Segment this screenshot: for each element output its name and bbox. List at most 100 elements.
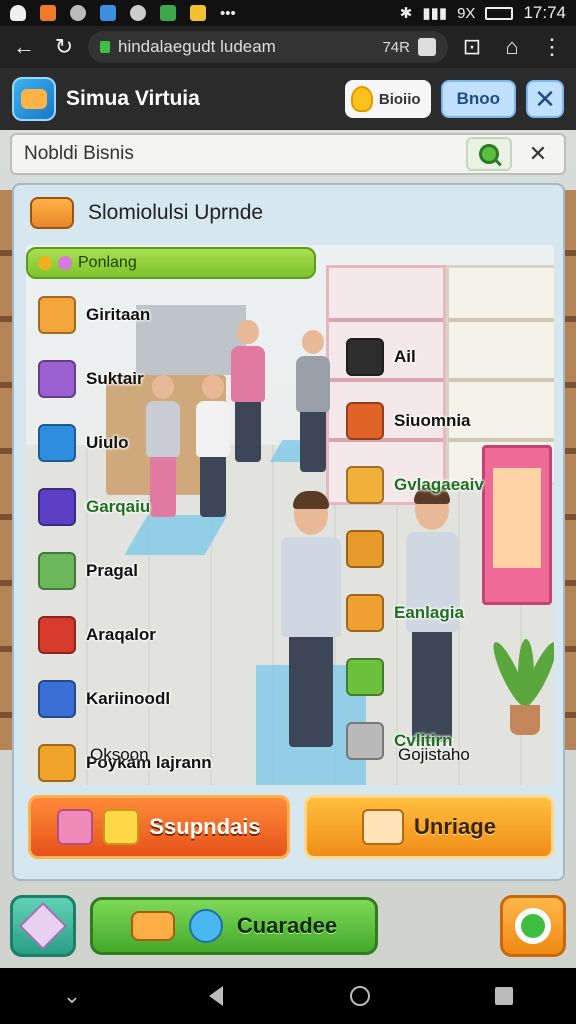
chest-icon bbox=[30, 197, 74, 229]
more-notifications-icon: ••• bbox=[220, 4, 236, 22]
upgrade-item[interactable]: Uiulo bbox=[38, 411, 212, 475]
supplies-button[interactable]: Ssupndais bbox=[28, 795, 290, 859]
coin-button[interactable]: Bioiio bbox=[344, 80, 431, 118]
item-label: Uiulo bbox=[86, 433, 129, 452]
upgrade-item[interactable]: Siuomnia bbox=[346, 389, 484, 453]
category-tag-label: Ponlang bbox=[78, 254, 137, 271]
heart-icon bbox=[10, 5, 26, 21]
status-bar: ••• ✱ ▮▮▮ 9X 17:74 bbox=[0, 0, 576, 26]
search-bar[interactable]: Nobldi Bisnis ✕ bbox=[10, 133, 566, 175]
item-label: Ail bbox=[394, 347, 416, 366]
upgrade-item[interactable]: Giritaan bbox=[38, 283, 212, 347]
reload-icon[interactable]: ↻ bbox=[48, 31, 80, 63]
item-label: Suktair bbox=[86, 369, 144, 388]
cube-icon bbox=[18, 901, 68, 951]
app-title: Simua Virtuia bbox=[66, 87, 200, 110]
category-tag[interactable]: Ponlang bbox=[26, 247, 316, 279]
upgrade-item[interactable] bbox=[346, 645, 484, 709]
search-icon bbox=[479, 144, 499, 164]
item-icon bbox=[346, 466, 384, 504]
back-arrow-icon[interactable]: ← bbox=[8, 31, 40, 63]
url-bar[interactable]: hindalaegudt ludeam 74R bbox=[88, 31, 448, 63]
extension-icon[interactable] bbox=[418, 38, 436, 56]
item-label: Eanlagia bbox=[394, 603, 464, 622]
crate-icon bbox=[130, 911, 175, 941]
shopper-figure bbox=[231, 320, 265, 462]
coin-bag-icon bbox=[350, 86, 373, 112]
potted-plant bbox=[487, 625, 554, 735]
item-icon bbox=[346, 402, 384, 440]
pink-box-icon bbox=[57, 809, 94, 845]
app-logo bbox=[12, 77, 56, 121]
shopper-figure bbox=[281, 491, 341, 747]
item-icon bbox=[346, 594, 384, 632]
search-label: Nobldi Bisnis bbox=[24, 143, 134, 164]
shopper-figure bbox=[296, 330, 330, 472]
panel-title: Slomiolulsi Uprnde bbox=[88, 201, 264, 224]
battery-label: 9X bbox=[457, 4, 476, 22]
upgrade-item[interactable]: Kariinoodl bbox=[38, 667, 212, 731]
item-label: Garqaiu bbox=[86, 497, 151, 516]
app-icon bbox=[190, 5, 206, 21]
home-circle-icon[interactable] bbox=[340, 976, 380, 1016]
target-button[interactable] bbox=[500, 895, 566, 957]
chevron-down-icon[interactable]: ⌄ bbox=[52, 976, 92, 1016]
download-icon bbox=[70, 5, 86, 21]
bottom-action-bar: Cuaradee bbox=[0, 884, 576, 968]
browser-toolbar: ← ↻ hindalaegudt ludeam 74R ⊡ ⌂ ⋮ bbox=[0, 26, 576, 68]
manage-button-label: Unriage bbox=[414, 814, 496, 839]
gem-icon bbox=[58, 256, 72, 270]
upgrade-item[interactable]: Garqaiu bbox=[38, 475, 212, 539]
home-icon[interactable]: ⌂ bbox=[496, 31, 528, 63]
search-close-button[interactable]: ✕ bbox=[518, 137, 558, 171]
upgrade-item[interactable]: Pragal bbox=[38, 539, 212, 603]
item-label: Pragal bbox=[86, 561, 138, 580]
upgrade-item[interactable]: Araqalor bbox=[38, 603, 212, 667]
map-icon bbox=[160, 5, 176, 21]
item-icon bbox=[38, 552, 76, 590]
app-header: Simua Virtuia Bioiio Bnoo ✕ bbox=[0, 68, 576, 130]
signal-icon: ▮▮▮ bbox=[422, 5, 448, 22]
item-label: Araqalor bbox=[86, 625, 156, 644]
supplies-button-label: Ssupndais bbox=[149, 814, 261, 839]
header-blue-button[interactable]: Bnoo bbox=[440, 80, 516, 118]
item-label: Siuomnia bbox=[394, 411, 471, 430]
system-nav-bar: ⌄ bbox=[0, 968, 576, 1024]
recents-icon[interactable] bbox=[484, 976, 524, 1016]
item-label: Gvlagaeaiv bbox=[394, 475, 484, 494]
upgrade-item[interactable]: Suktair bbox=[38, 347, 212, 411]
manage-button[interactable]: Unriage bbox=[304, 795, 554, 859]
inventory-button[interactable] bbox=[10, 895, 76, 957]
coin-label: Bioiio bbox=[378, 90, 421, 108]
search-button[interactable] bbox=[466, 137, 512, 171]
crate-icon bbox=[362, 809, 405, 845]
item-label: Kariinoodl bbox=[86, 689, 171, 708]
left-item-sublabel: Oksoon bbox=[90, 745, 149, 764]
item-label: Giritaan bbox=[86, 305, 151, 324]
upgrade-item[interactable] bbox=[346, 517, 484, 581]
upgrade-button-label: Cuaradee bbox=[236, 913, 338, 938]
upgrade-item[interactable]: Ail bbox=[346, 325, 484, 389]
item-icon bbox=[38, 424, 76, 462]
item-icon bbox=[346, 530, 384, 568]
tabs-icon[interactable]: ⊡ bbox=[456, 31, 488, 63]
item-icon bbox=[346, 338, 384, 376]
right-item-list: Ail Siuomnia Gvlagaeaiv Eanlagia Cvlitirn bbox=[346, 325, 484, 773]
tab-count: 74R bbox=[382, 38, 410, 56]
upgrade-item[interactable]: Eanlagia bbox=[346, 581, 484, 645]
fox-icon bbox=[40, 5, 56, 21]
item-icon bbox=[346, 658, 384, 696]
target-icon bbox=[515, 908, 551, 944]
item-icon bbox=[38, 744, 76, 782]
tool-icon bbox=[100, 5, 116, 21]
upgrade-item[interactable]: Gvlagaeaiv bbox=[346, 453, 484, 517]
upgrade-panel: Slomiolulsi Uprnde Ponlang Giritaan Sukt… bbox=[12, 183, 565, 881]
header-close-button[interactable]: ✕ bbox=[526, 80, 564, 118]
left-item-list: Giritaan Suktair Uiulo Garqaiu Pragal Araqalo… bbox=[38, 283, 212, 795]
item-icon bbox=[346, 722, 384, 760]
item-icon bbox=[38, 296, 76, 334]
upgrade-button[interactable]: Cuaradee bbox=[90, 897, 378, 955]
back-icon[interactable] bbox=[196, 976, 236, 1016]
menu-dots-icon[interactable]: ⋮ bbox=[536, 31, 568, 63]
item-icon bbox=[38, 616, 76, 654]
